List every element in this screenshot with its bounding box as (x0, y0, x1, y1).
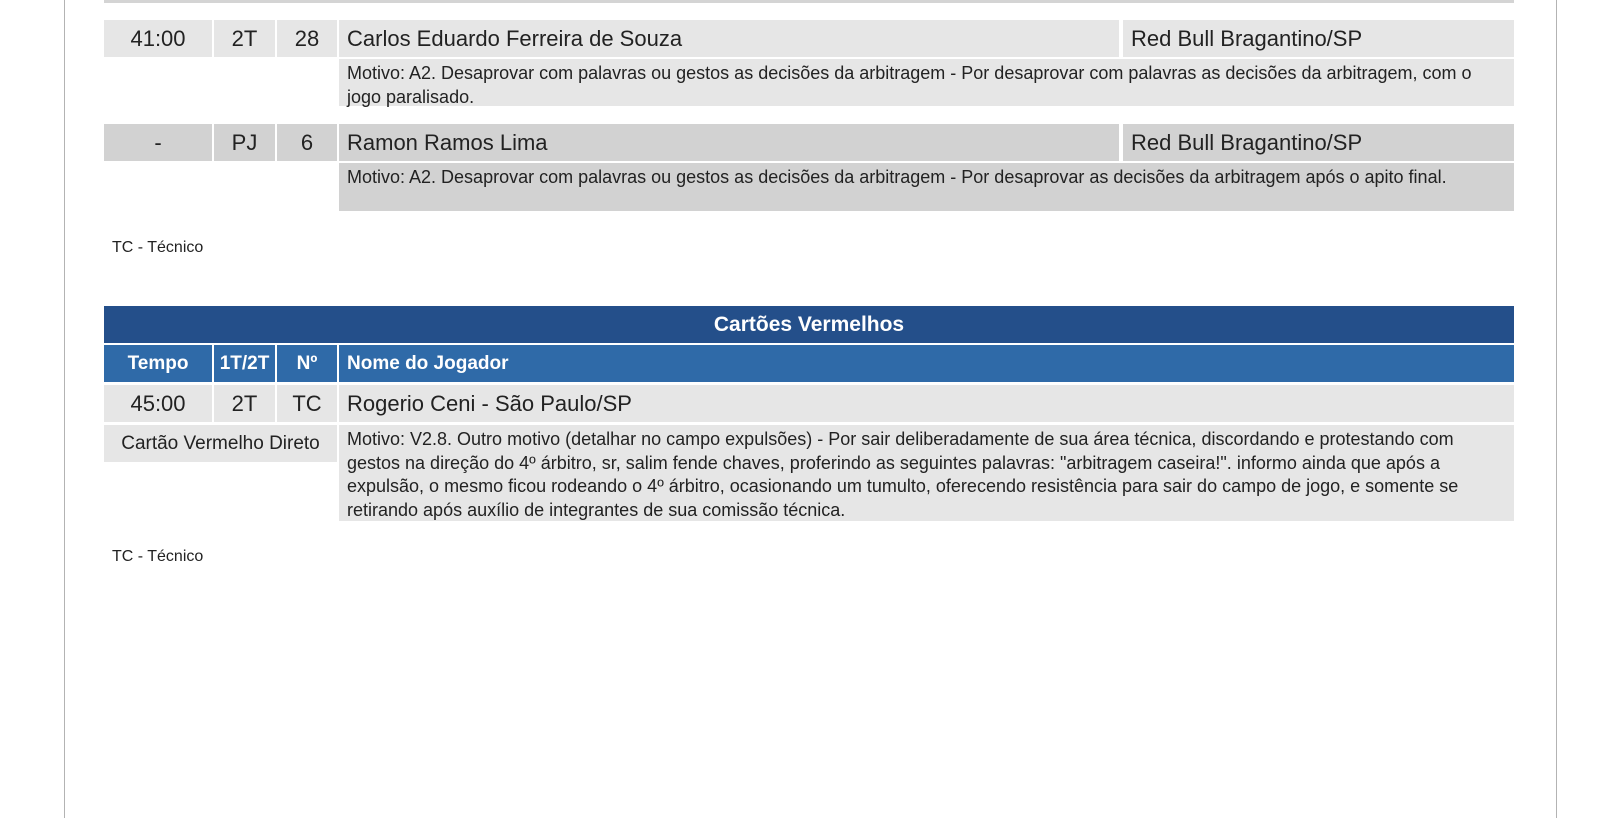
header-number: Nº (277, 345, 337, 382)
header-time: Tempo (104, 345, 212, 382)
position-legend: TC - Técnico (112, 548, 204, 565)
yellow-card-row: 41:00 2T 28 Carlos Eduardo Ferreira de S… (104, 20, 1514, 57)
player-name: Carlos Eduardo Ferreira de Souza (339, 20, 1119, 57)
card-reason: Motivo: A2. Desaprovar com palavras ou g… (339, 59, 1514, 107)
red-cards-title: Cartões Vermelhos (104, 306, 1514, 343)
player-name: Ramon Ramos Lima (339, 124, 1119, 161)
header-half: 1T/2T (214, 345, 275, 382)
card-reason: Motivo: A2. Desaprovar com palavras ou g… (339, 163, 1514, 211)
player-name: Rogerio Ceni - São Paulo/SP (339, 385, 1514, 422)
red-card-row: 45:00 2T TC Rogerio Ceni - São Paulo/SP (104, 385, 1514, 422)
card-half: 2T (214, 20, 275, 57)
position-legend: TC - Técnico (112, 239, 204, 256)
player-number: 28 (277, 20, 337, 57)
card-time: 41:00 (104, 20, 212, 57)
player-number: 6 (277, 124, 337, 161)
team-name: Red Bull Bragantino/SP (1123, 124, 1514, 161)
card-reason: Motivo: V2.8. Outro motivo (detalhar no … (339, 425, 1514, 521)
player-number: TC (277, 385, 337, 422)
red-card-type: Cartão Vermelho Direto (104, 425, 337, 462)
row-separator (104, 0, 1514, 3)
yellow-card-row: - PJ 6 Ramon Ramos Lima Red Bull Bragant… (104, 124, 1514, 161)
card-half: PJ (214, 124, 275, 161)
header-player-name: Nome do Jogador (339, 345, 1514, 382)
card-time: 45:00 (104, 385, 212, 422)
team-name: Red Bull Bragantino/SP (1123, 20, 1514, 57)
card-half: 2T (214, 385, 275, 422)
card-time: - (104, 124, 212, 161)
